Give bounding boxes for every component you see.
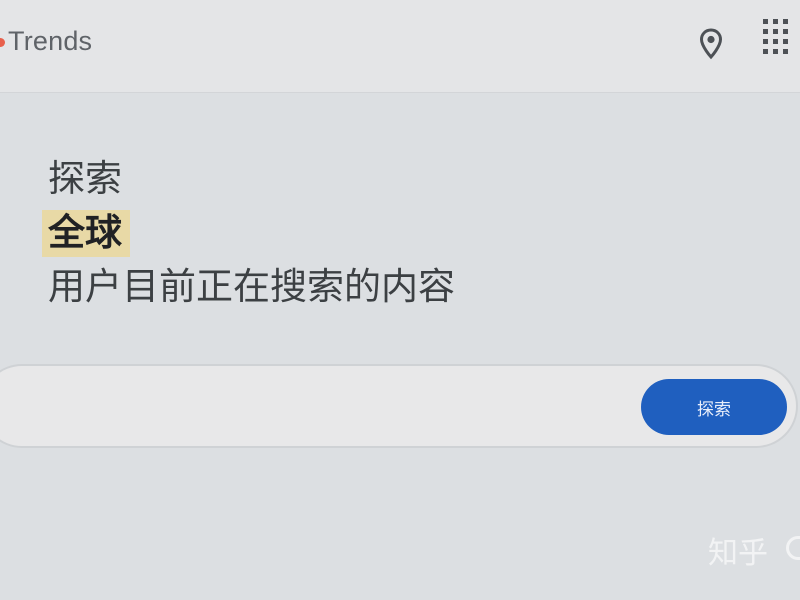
watermark-text: 知乎	[708, 536, 768, 571]
hero-line-global: 全球	[42, 210, 130, 257]
location-button[interactable]	[692, 24, 730, 64]
location-pin-icon	[699, 28, 723, 60]
explore-button[interactable]: 探索	[641, 379, 787, 435]
logo-mark	[0, 38, 5, 47]
search-input[interactable]	[18, 384, 592, 430]
apps-grid-icon	[763, 19, 788, 54]
app-logo[interactable]: Trends	[8, 26, 92, 57]
watermark-logo	[786, 536, 800, 560]
hero-line-description: 用户目前正在搜索的内容	[48, 265, 455, 308]
apps-button[interactable]	[756, 14, 796, 62]
page: Trends 探索 全球 用户目前正在搜索的内容 探索 知乎	[0, 0, 800, 600]
app-header: Trends	[0, 0, 800, 93]
hero-line-explore: 探索	[48, 157, 122, 200]
